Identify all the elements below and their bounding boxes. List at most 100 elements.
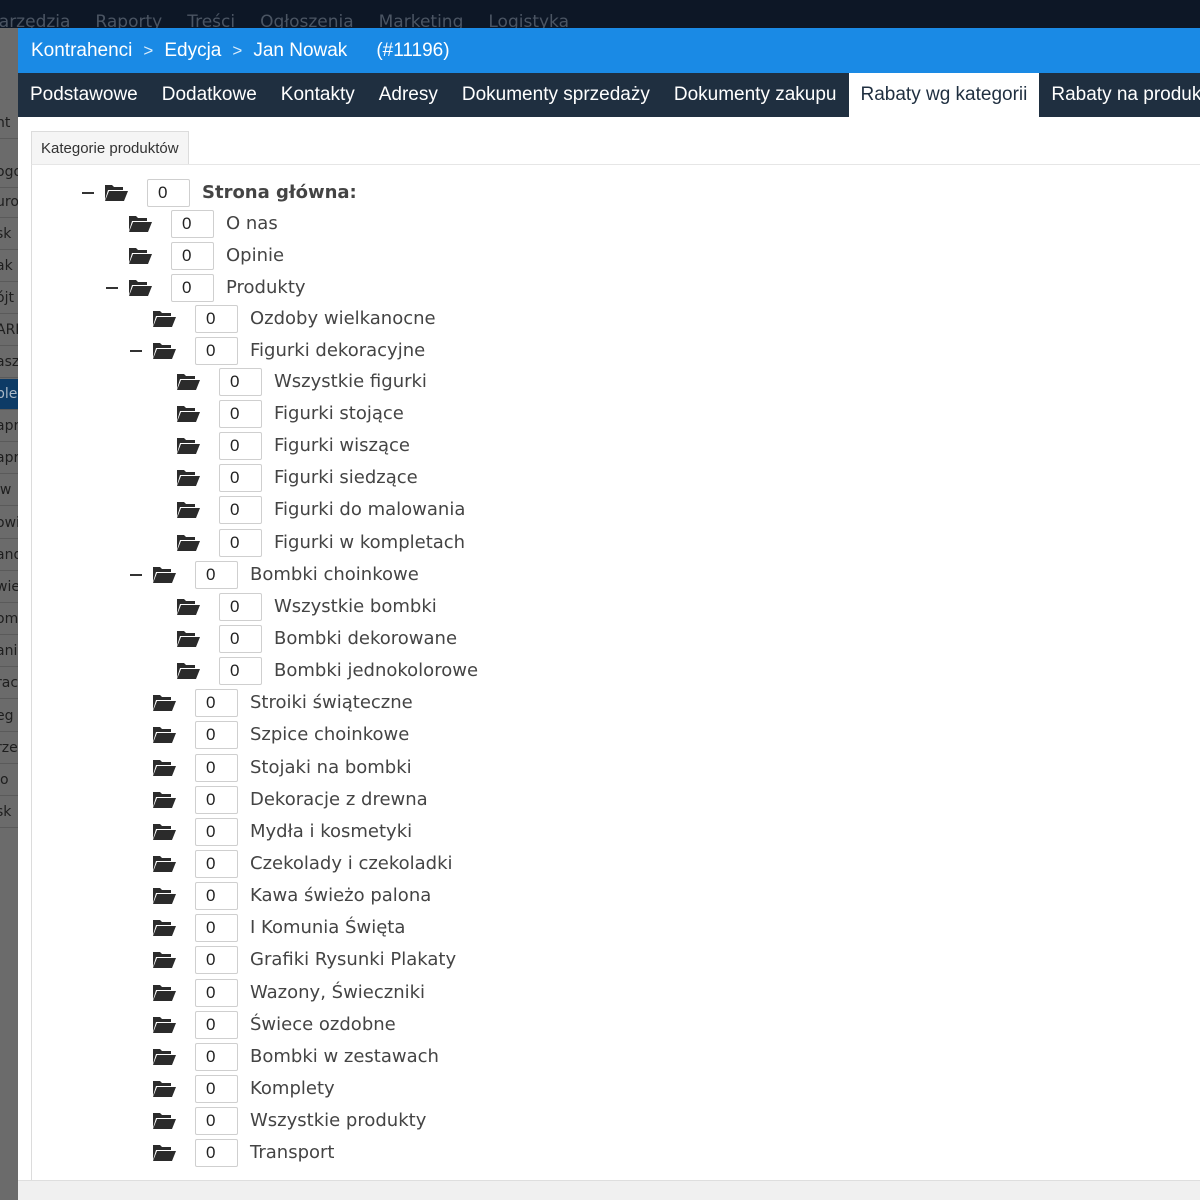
background-sidebar-item: rze [0, 733, 18, 764]
folder-open-icon [152, 790, 176, 808]
discount-input[interactable]: 0 [195, 337, 238, 365]
tab-1[interactable]: Podstawowe [18, 73, 150, 117]
discount-input[interactable]: 0 [195, 1139, 238, 1167]
category-label: Figurki siedzące [274, 467, 418, 488]
discount-input[interactable]: 0 [195, 1107, 238, 1135]
background-sidebar-item: ójt [0, 283, 18, 314]
folder-open-icon [152, 341, 176, 359]
folder-open-icon [176, 661, 200, 679]
discount-input[interactable]: 0 [219, 368, 262, 396]
folder-open-icon [152, 1143, 176, 1161]
tree-node: 0 I Komunia Święta [152, 914, 552, 942]
category-label: Figurki stojące [274, 403, 404, 424]
discount-input[interactable]: 0 [195, 1011, 238, 1039]
folder-open-icon [176, 629, 200, 647]
discount-input[interactable]: 0 [195, 946, 238, 974]
discount-input[interactable]: 0 [219, 593, 262, 621]
collapse-toggle-icon[interactable] [82, 192, 94, 194]
discount-input[interactable]: 0 [195, 786, 238, 814]
breadcrumb-kontrahenci[interactable]: Kontrahenci [31, 40, 132, 62]
category-tree-panel: 0 Strona główna: 0 O nas 0 Opinie 0 Produkty 0 Oz… [31, 164, 1200, 1200]
tab-7[interactable]: Rabaty wg kategorii [848, 73, 1040, 117]
discount-input[interactable]: 0 [195, 1075, 238, 1103]
tree-node: 0 Stojaki na bombki [152, 754, 552, 782]
discount-input[interactable]: 0 [195, 914, 238, 942]
discount-input[interactable]: 0 [195, 850, 238, 878]
tab-8[interactable]: Rabaty na produkty [1039, 73, 1200, 117]
folder-open-icon [152, 758, 176, 776]
discount-input[interactable]: 0 [195, 1043, 238, 1071]
discount-input[interactable]: 0 [219, 657, 262, 685]
category-label: Opinie [226, 245, 285, 266]
tab-6[interactable]: Dokumenty zakupu [662, 73, 849, 117]
discount-input[interactable]: 0 [147, 179, 190, 207]
discount-input[interactable]: 0 [195, 689, 238, 717]
background-sidebar-item: eg [0, 701, 18, 732]
discount-input[interactable]: 0 [219, 432, 262, 460]
discount-input[interactable]: 0 [195, 979, 238, 1007]
discount-input[interactable]: 0 [219, 496, 262, 524]
discount-input[interactable]: 0 [219, 529, 262, 557]
folder-open-icon [152, 950, 176, 968]
tree-node: 0 Świece ozdobne [152, 1011, 552, 1039]
subtab-product-categories[interactable]: Kategorie produktów [31, 131, 189, 164]
discount-input[interactable]: 0 [219, 400, 262, 428]
tree-node: 0 Produkty [106, 274, 528, 302]
discount-input[interactable]: 0 [195, 721, 238, 749]
edit-contractor-modal: Kontrahenci > Edycja > Jan Nowak (#11196… [18, 28, 1200, 1200]
folder-open-icon [152, 822, 176, 840]
tree-node: 0 Bombki dekorowane [176, 625, 576, 653]
tab-5[interactable]: Dokumenty sprzedaży [450, 73, 662, 117]
category-label: Stojaki na bombki [250, 757, 412, 778]
background-sidebar-item: ARF [0, 315, 18, 346]
discount-input[interactable]: 0 [219, 625, 262, 653]
tree-node: 0 Figurki dekoracyjne [130, 337, 552, 365]
collapse-toggle-icon[interactable] [106, 287, 118, 289]
folder-open-icon [152, 983, 176, 1001]
folder-open-icon [152, 1079, 176, 1097]
tree-node: 0 Kawa świeżo palona [152, 882, 552, 910]
collapse-toggle-icon[interactable] [130, 574, 142, 576]
background-top-menu: narzędziaRaportyTreściOgłoszeniaMarketin… [0, 0, 1200, 32]
tree-node: 0 Bombki choinkowe [130, 561, 552, 589]
discount-input[interactable]: 0 [171, 274, 214, 302]
discount-input[interactable]: 0 [195, 818, 238, 846]
background-sidebar-item: ogo [0, 157, 18, 188]
tab-2[interactable]: Dodatkowe [150, 73, 269, 117]
discount-input[interactable]: 0 [219, 464, 262, 492]
tree-node: 0 Mydła i kosmetyki [152, 818, 552, 846]
category-label: Komplety [250, 1078, 335, 1099]
tree-node: 0 Stroiki świąteczne [152, 689, 552, 717]
collapse-toggle-icon[interactable] [130, 350, 142, 352]
discount-input[interactable]: 0 [195, 754, 238, 782]
tab-3[interactable]: Kontakty [269, 73, 367, 117]
category-label: Figurki w kompletach [274, 532, 466, 553]
folder-open-icon [176, 404, 200, 422]
category-label: Czekolady i czekoladki [250, 853, 453, 874]
background-sidebar-item: rac [0, 668, 18, 699]
discount-input[interactable]: 0 [195, 882, 238, 910]
background-sidebar-item: iw [0, 475, 18, 506]
category-label: Stroiki świąteczne [250, 692, 413, 713]
tree-node: 0 Wszystkie bombki [176, 593, 576, 621]
tree-node: 0 Ozdoby wielkanocne [152, 305, 552, 333]
category-label: Kawa świeżo palona [250, 885, 432, 906]
category-label: Produkty [226, 277, 306, 298]
folder-open-icon [152, 565, 176, 583]
category-label: O nas [226, 213, 278, 234]
folder-open-icon [176, 533, 200, 551]
breadcrumb-edycja[interactable]: Edycja [164, 40, 221, 62]
background-sidebar-item: owi [0, 508, 18, 539]
category-label: Figurki dekoracyjne [250, 340, 426, 361]
category-label: I Komunia Święta [250, 917, 406, 938]
tree-node: 0 Transport [152, 1139, 552, 1167]
category-label: Bombki choinkowe [250, 564, 419, 585]
category-label: Wszystkie produkty [250, 1110, 427, 1131]
folder-open-icon [152, 725, 176, 743]
discount-input[interactable]: 0 [195, 561, 238, 589]
background-sidebar-item: ak [0, 251, 18, 282]
tab-4[interactable]: Adresy [367, 73, 450, 117]
discount-input[interactable]: 0 [171, 210, 214, 238]
discount-input[interactable]: 0 [195, 305, 238, 333]
discount-input[interactable]: 0 [171, 242, 214, 270]
